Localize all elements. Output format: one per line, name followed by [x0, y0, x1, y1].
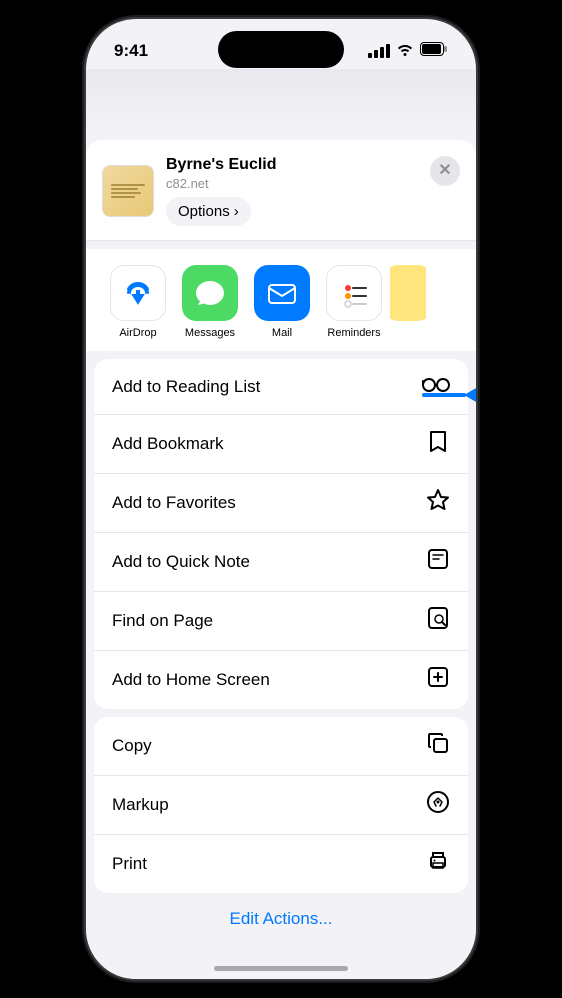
copy-icon — [426, 731, 450, 761]
share-title: Byrne's Euclid — [166, 156, 460, 174]
app-item-mail[interactable]: Mail — [246, 265, 318, 339]
action-copy[interactable]: Copy — [94, 717, 468, 776]
action-find-on-page-label: Find on Page — [112, 611, 213, 631]
app-item-more[interactable] — [390, 265, 426, 339]
note-icon — [426, 547, 450, 577]
airdrop-label: AirDrop — [119, 327, 156, 339]
phone-frame: 9:41 — [86, 19, 476, 979]
reading-list-arrow — [422, 387, 476, 403]
action-add-favorites[interactable]: Add to Favorites — [94, 474, 468, 533]
dynamic-island — [218, 31, 344, 68]
star-icon — [426, 488, 450, 518]
share-header: Byrne's Euclid c82.net Options › ✕ — [86, 140, 476, 241]
status-icons — [368, 42, 448, 61]
reminders-icon — [326, 265, 382, 321]
home-indicator — [214, 966, 348, 971]
action-print[interactable]: Print — [94, 835, 468, 893]
wifi-icon — [396, 42, 414, 61]
messages-icon — [182, 265, 238, 321]
action-find-on-page[interactable]: Find on Page — [94, 592, 468, 651]
options-button[interactable]: Options › — [166, 197, 251, 226]
action-group-1-wrapper: Add to Reading List Add Bookmark — [86, 359, 476, 709]
share-info: Byrne's Euclid c82.net Options › — [166, 156, 460, 226]
plus-square-icon — [426, 665, 450, 695]
signal-icon — [368, 44, 390, 58]
share-url: c82.net — [166, 176, 460, 191]
app-item-messages[interactable]: Messages — [174, 265, 246, 339]
messages-label: Messages — [185, 327, 235, 339]
status-time: 9:41 — [114, 41, 148, 61]
action-add-quick-note[interactable]: Add to Quick Note — [94, 533, 468, 592]
battery-icon — [420, 42, 448, 61]
action-print-label: Print — [112, 854, 147, 874]
airdrop-icon — [110, 265, 166, 321]
action-add-reading-list[interactable]: Add to Reading List — [94, 359, 468, 415]
action-group-2: Copy Markup — [94, 717, 468, 893]
mail-icon — [254, 265, 310, 321]
app-item-airdrop[interactable]: AirDrop — [102, 265, 174, 339]
book-icon — [426, 429, 450, 459]
options-label: Options — [178, 203, 230, 220]
action-markup[interactable]: Markup — [94, 776, 468, 835]
share-sheet: Byrne's Euclid c82.net Options › ✕ — [86, 140, 476, 979]
app-item-reminders[interactable]: Reminders — [318, 265, 390, 339]
action-copy-label: Copy — [112, 736, 152, 756]
action-add-quick-note-label: Add to Quick Note — [112, 552, 250, 572]
action-add-bookmark[interactable]: Add Bookmark — [94, 415, 468, 474]
reminders-label: Reminders — [327, 327, 380, 339]
action-add-favorites-label: Add to Favorites — [112, 493, 236, 513]
options-chevron: › — [234, 203, 239, 220]
find-icon — [426, 606, 450, 636]
action-markup-label: Markup — [112, 795, 169, 815]
markup-icon — [426, 790, 450, 820]
action-add-reading-list-label: Add to Reading List — [112, 377, 260, 397]
close-icon: ✕ — [438, 163, 451, 179]
apps-scroll: AirDrop Messages — [86, 265, 476, 339]
edit-actions-section: Edit Actions... — [86, 893, 476, 945]
apps-section: AirDrop Messages — [86, 249, 476, 351]
action-group-1: Add to Reading List Add Bookmark — [94, 359, 468, 709]
edit-actions-button[interactable]: Edit Actions... — [230, 909, 333, 929]
close-button[interactable]: ✕ — [430, 156, 460, 186]
action-add-bookmark-label: Add Bookmark — [112, 434, 224, 454]
print-icon — [426, 849, 450, 879]
share-thumbnail — [102, 165, 154, 217]
mail-label: Mail — [272, 327, 292, 339]
action-add-home-screen[interactable]: Add to Home Screen — [94, 651, 468, 709]
safari-background — [86, 69, 476, 129]
phone-screen: 9:41 — [86, 19, 476, 979]
action-add-home-screen-label: Add to Home Screen — [112, 670, 270, 690]
